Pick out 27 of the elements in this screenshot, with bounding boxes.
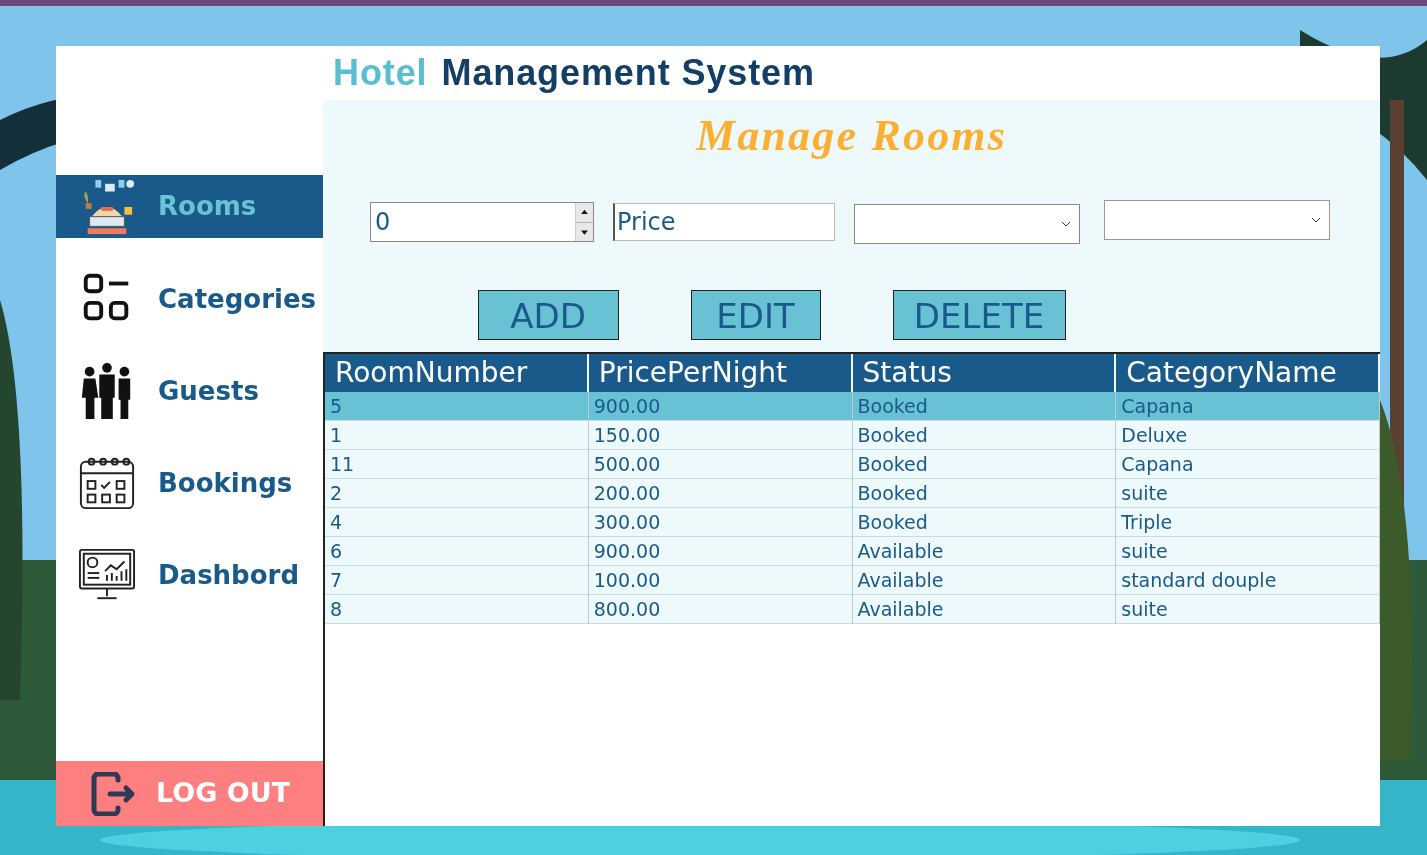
page-title: Manage Rooms — [695, 114, 1008, 158]
price-field[interactable]: Price — [613, 203, 835, 241]
room-number-spinner[interactable]: 0 — [370, 202, 594, 242]
table-row[interactable]: 4 300.00 Booked Triple — [325, 508, 1380, 537]
status-dropdown[interactable] — [854, 204, 1080, 244]
action-button[interactable]: DELETE — [892, 290, 1066, 340]
table-row[interactable]: 8 800.00 Available suite — [325, 595, 1380, 624]
table-row[interactable]: 2 200.00 Booked suite — [325, 479, 1380, 508]
table-row[interactable]: 11 500.00 Booked Capana — [325, 450, 1380, 479]
table-row[interactable]: 1 150.00 Booked Deluxe — [325, 421, 1380, 450]
app-title: Management System — [441, 51, 815, 95]
category-dropdown[interactable] — [1104, 200, 1330, 240]
chevron-down-icon — [1311, 216, 1321, 224]
table-cell: 800.00 — [588, 595, 853, 624]
action-button[interactable]: EDIT — [690, 290, 821, 340]
table-cell: Available — [852, 595, 1117, 624]
table-row[interactable]: 6 900.00 Available suite — [325, 537, 1380, 566]
table-cell: suite — [1116, 595, 1380, 624]
chevron-down-icon — [1061, 220, 1071, 228]
table-cell: 8 — [325, 595, 589, 624]
spinner-up-icon[interactable] — [576, 203, 593, 223]
table-row[interactable]: 7 100.00 Available standard douple — [325, 566, 1380, 595]
table-row[interactable]: 5 900.00 Booked Capana — [325, 392, 1380, 421]
app-title: Hotel — [333, 51, 428, 95]
action-button[interactable]: ADD — [477, 290, 619, 340]
sidebar-item[interactable]: Rooms — [56, 175, 323, 238]
logout-icon — [90, 771, 136, 816]
